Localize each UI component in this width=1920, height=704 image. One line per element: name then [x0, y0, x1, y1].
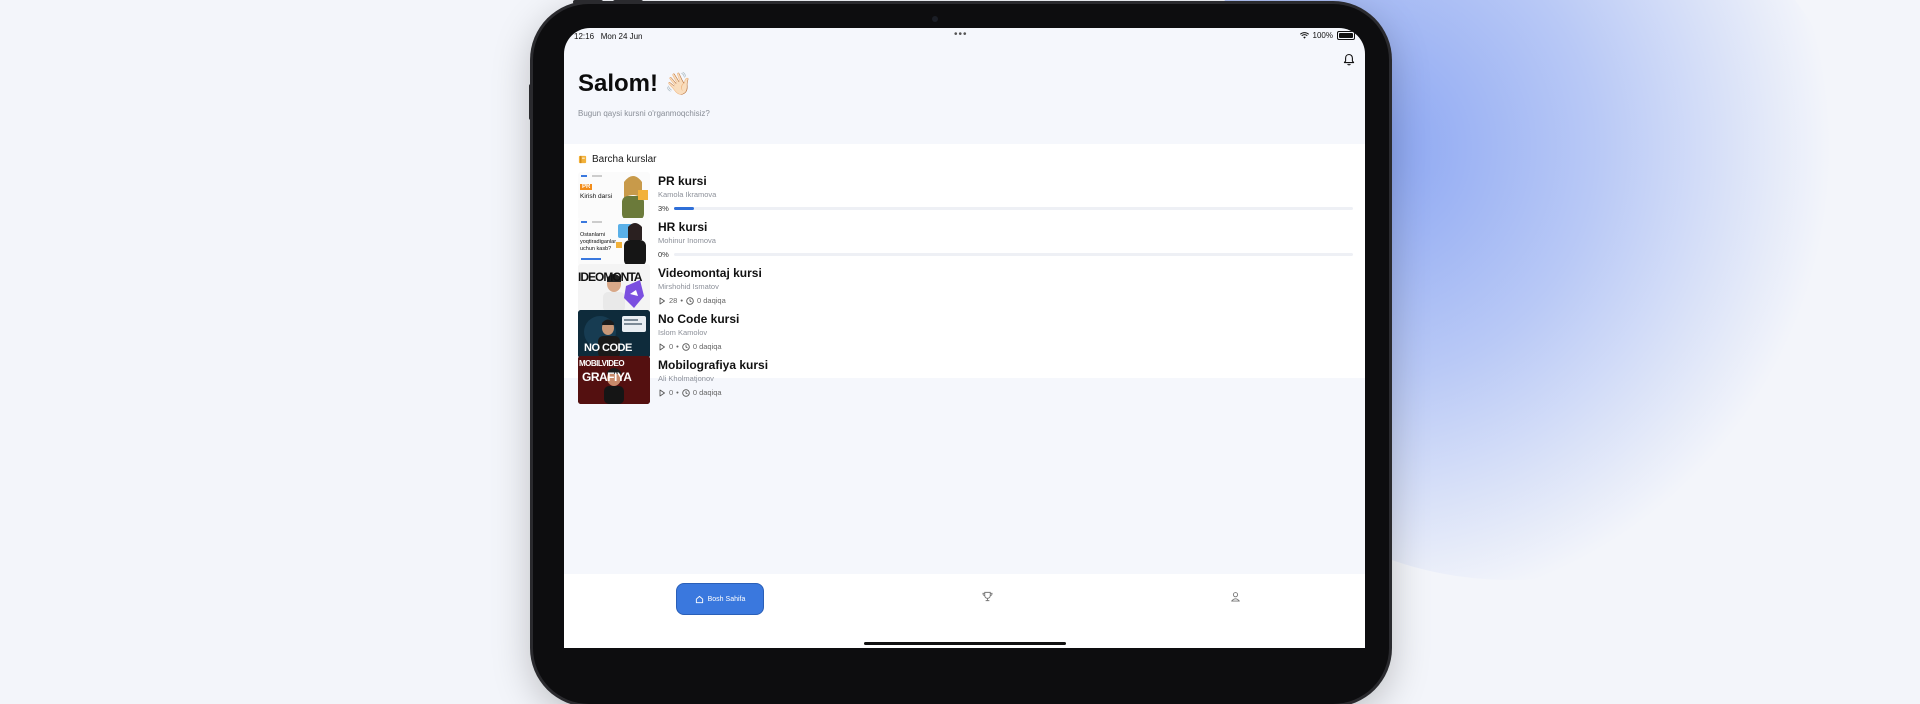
lesson-count: 28	[669, 296, 678, 305]
progress-label: 3%	[658, 204, 669, 213]
thumb-caption: yoqtiradiganlar	[580, 239, 617, 245]
clock-icon	[682, 342, 690, 351]
play-icon	[659, 389, 665, 396]
book-icon	[578, 155, 587, 164]
home-indicator	[864, 642, 1066, 645]
course-list-card: Barcha kurslar PR Kirish darsi PR kursi	[564, 144, 1365, 404]
play-icon	[659, 297, 665, 304]
tab-home[interactable]: Bosh Sahifa	[676, 583, 764, 615]
thumb-tag: PR	[580, 184, 593, 190]
status-time: 12:16 Mon 24 Jun	[574, 32, 643, 41]
thumb-caption: Kirish darsi	[580, 193, 613, 200]
list-item[interactable]: PR Kirish darsi PR kursi Kamola Ikramova…	[578, 172, 1353, 220]
progress-bar	[674, 253, 1353, 256]
meta-separator: •	[676, 342, 679, 351]
course-author: Kamola Ikramova	[658, 190, 717, 199]
trophy-icon[interactable]	[982, 591, 993, 602]
lesson-count: 0	[669, 342, 674, 351]
course-duration: 0 daqiqa	[696, 296, 726, 305]
clock-icon	[686, 296, 694, 305]
play-icon	[659, 343, 665, 350]
thumb-caption: GRAFIYA	[582, 370, 632, 384]
course-duration: 0 daqiqa	[692, 388, 722, 397]
section-title: Barcha kurslar	[578, 154, 656, 165]
wave-emoji-icon: 👋🏻	[664, 71, 693, 96]
thumb-caption: MOBILVIDEO	[579, 359, 625, 368]
progress-label: 0%	[658, 250, 669, 259]
status-indicators: 100%	[1299, 31, 1355, 40]
tab-bar: Bosh Sahifa	[564, 574, 1365, 648]
page-subtitle: Bugun qaysi kursni o'rganmoqchisiz?	[578, 109, 710, 118]
meta-separator: •	[676, 388, 679, 397]
course-thumbnail: IDEOMONTA	[578, 264, 650, 312]
lesson-count: 0	[669, 388, 674, 397]
app-screen: 12:16 Mon 24 Jun ••• 100% Salom! 👋🏻 Bugu…	[564, 28, 1365, 648]
tab-home-label: Bosh Sahifa	[707, 595, 746, 603]
list-item[interactable]: IDEOMONTA Videomontaj kursi Mirshohid Is…	[578, 264, 1353, 312]
thumb-caption: uchun kasb?	[580, 246, 612, 252]
battery-icon	[1337, 31, 1355, 40]
progress-bar	[674, 207, 1353, 210]
course-meta: 0 • 0 daqiqa	[658, 388, 722, 397]
course-thumbnail: PR Kirish darsi	[578, 172, 650, 220]
thumb-caption: Ostanlarni	[580, 232, 606, 238]
course-meta: 0 • 0 daqiqa	[658, 342, 722, 351]
course-title: No Code kursi	[658, 312, 740, 326]
progress-fill	[674, 207, 695, 210]
course-title: HR kursi	[658, 220, 708, 234]
home-icon	[695, 595, 703, 603]
wifi-icon	[1299, 32, 1309, 39]
clock-icon	[682, 388, 690, 397]
course-duration: 0 daqiqa	[692, 342, 722, 351]
bell-icon[interactable]	[1343, 53, 1355, 66]
page-title: Salom! 👋🏻	[578, 70, 693, 97]
course-title: Mobilografiya kursi	[658, 358, 769, 372]
battery-percent: 100%	[1312, 31, 1333, 40]
course-author: Mirshohid Ismatov	[658, 282, 719, 291]
multitask-dots-icon[interactable]: •••	[954, 29, 968, 40]
thumb-caption: IDEOMONTA	[578, 270, 642, 284]
course-author: Mohinur Inomova	[658, 236, 716, 245]
course-meta: 28 • 0 daqiqa	[658, 296, 726, 305]
status-bar: 12:16 Mon 24 Jun ••• 100%	[564, 28, 1365, 46]
thumb-caption: NO CODE	[584, 342, 632, 354]
user-icon[interactable]	[1230, 591, 1241, 602]
camera-icon	[932, 16, 938, 22]
list-item[interactable]: Ostanlarni yoqtiradiganlar uchun kasb? H…	[578, 218, 1353, 266]
course-title: Videomontaj kursi	[658, 266, 762, 280]
course-thumbnail: Ostanlarni yoqtiradiganlar uchun kasb?	[578, 218, 650, 266]
list-item[interactable]: NO CODE No Code kursi Islom Kamolov 0 • …	[578, 310, 1353, 358]
course-thumbnail: NO CODE	[578, 310, 650, 358]
course-author: Islom Kamolov	[658, 328, 708, 337]
course-title: PR kursi	[658, 174, 707, 188]
meta-separator: •	[680, 296, 683, 305]
list-item[interactable]: MOBILVIDEO GRAFIYA Mobilografiya kursi A…	[578, 356, 1353, 404]
course-author: Ali Kholmatjonov	[658, 374, 714, 383]
course-thumbnail: MOBILVIDEO GRAFIYA	[578, 356, 650, 404]
